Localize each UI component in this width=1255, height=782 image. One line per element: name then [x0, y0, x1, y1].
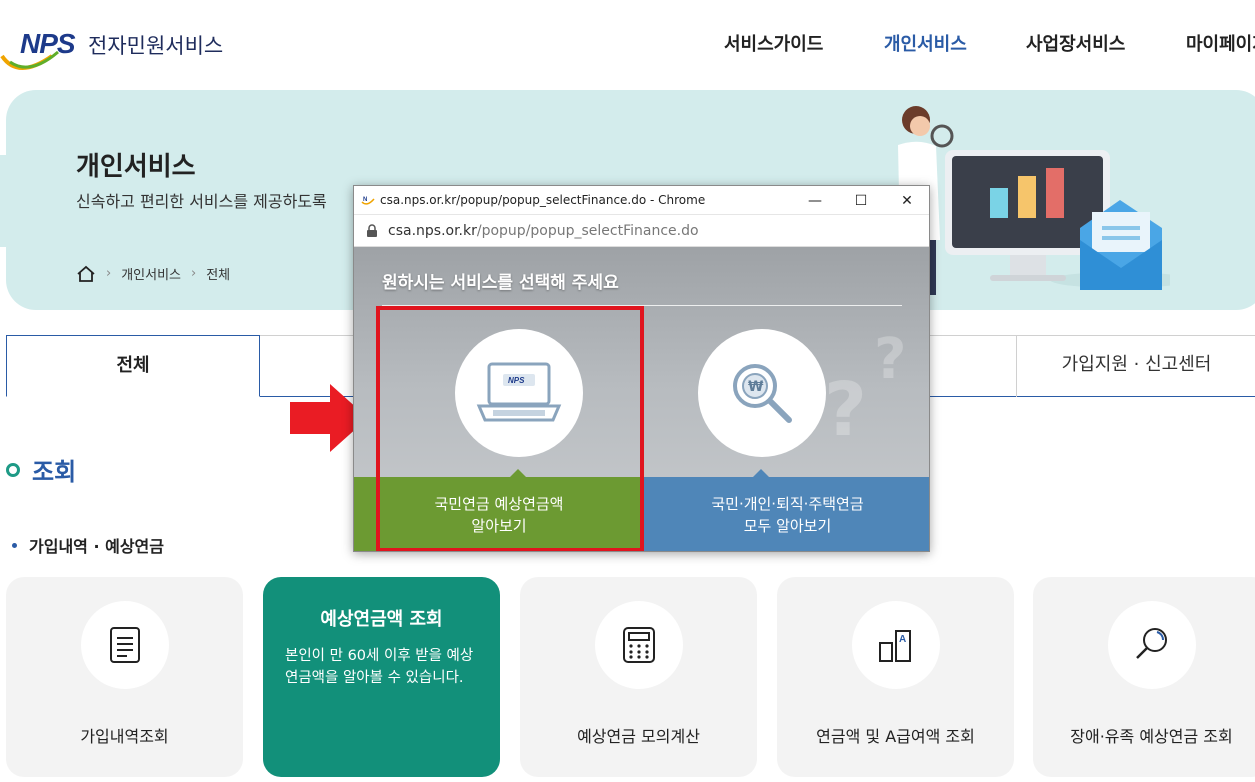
logo-text: 전자민원서비스	[88, 34, 224, 58]
won-magnifier-icon: ₩	[733, 364, 792, 423]
card-label: 예상연금 모의계산	[577, 727, 700, 746]
card-subscription-history[interactable]: 가입내역조회	[6, 577, 243, 777]
card-label: 장애·유족 예상연금 조회	[1070, 727, 1233, 746]
lock-icon	[367, 224, 377, 237]
card-label: 연금액 및 A급여액 조회	[816, 727, 975, 746]
page-title: 개인서비스	[76, 152, 196, 182]
card-disability-survivor-pension[interactable]: 장애·유족 예상연금 조회	[1033, 577, 1255, 777]
option-all-pensions[interactable]: ₩ 국민·개인·퇴직·주택연금 모두 알아보기	[644, 247, 929, 551]
popup-content: ? ? 원하시는 서비스를 선택해 주세요 NPS 국민연금 예상연금액 알아보기	[354, 247, 929, 551]
calculator-icon	[622, 627, 655, 663]
card-expected-pension[interactable]: 예상연금액 조회 본인이 만 60세 이후 받을 예상연금액을 알아볼 수 있습…	[263, 577, 500, 777]
ring-bullet-icon	[6, 462, 20, 477]
document-icon	[109, 627, 140, 663]
logo-mark: NPS	[20, 28, 76, 59]
breadcrumb-separator: ›	[106, 266, 112, 281]
site-favicon-icon: N	[361, 193, 375, 207]
highlight-box	[376, 306, 644, 551]
site-logo[interactable]: NPS 전자민원서비스	[0, 22, 240, 72]
site-header: NPS 전자민원서비스 서비스가이드 개인서비스 사업장서비스 마이페이지	[0, 0, 1255, 84]
nav-personal-service[interactable]: 개인서비스	[884, 30, 1004, 56]
minimize-button[interactable]: —	[792, 186, 838, 215]
popup-address-bar[interactable]: csa.nps.or.kr/popup/popup_selectFinance.…	[354, 215, 929, 247]
dot-bullet-icon	[12, 542, 17, 548]
popup-window: N csa.nps.or.kr/popup/popup_selectFinanc…	[353, 185, 930, 552]
popup-titlebar[interactable]: N csa.nps.or.kr/popup/popup_selectFinanc…	[354, 186, 929, 215]
popup-window-title: csa.nps.or.kr/popup/popup_selectFinance.…	[380, 193, 706, 207]
breadcrumb-all[interactable]: 전체	[206, 264, 230, 283]
card-title: 예상연금액 조회	[320, 609, 443, 630]
chart-a-icon: A	[878, 630, 911, 662]
maximize-button[interactable]: ☐	[838, 186, 884, 215]
tab-all[interactable]: 전체	[6, 335, 260, 397]
card-pension-simulation[interactable]: 예상연금 모의계산	[520, 577, 757, 777]
svg-text:N: N	[363, 197, 367, 203]
card-label: 가입내역조회	[80, 727, 169, 746]
home-icon[interactable]	[76, 265, 96, 283]
card-pension-a-benefit[interactable]: A 연금액 및 A급여액 조회	[777, 577, 1014, 777]
card-description: 본인이 만 60세 이후 받을 예상연금액을 알아볼 수 있습니다.	[285, 648, 474, 686]
nav-business-service[interactable]: 사업장서비스	[1026, 30, 1156, 56]
popup-url: csa.nps.or.kr/popup/popup_selectFinance.…	[388, 223, 699, 239]
breadcrumb-personal-service[interactable]: 개인서비스	[121, 264, 181, 283]
breadcrumb-separator: ›	[191, 266, 197, 281]
nav-my-page[interactable]: 마이페이지	[1186, 30, 1255, 56]
nav-service-guide[interactable]: 서비스가이드	[724, 30, 864, 56]
section-subtitle: 가입내역 · 예상연금	[12, 533, 164, 557]
breadcrumb: › 개인서비스 › 전체	[76, 264, 230, 283]
magnifier-icon	[1135, 628, 1167, 659]
svg-text:₩: ₩	[748, 379, 764, 395]
page-subtitle: 신속하고 편리한 서비스를 제공하도록	[76, 192, 327, 211]
close-button[interactable]: ✕	[884, 186, 929, 215]
svg-text:A: A	[899, 634, 906, 645]
section-inquiry-title: 조회	[6, 452, 76, 487]
tab-support-center[interactable]: 가입지원 · 신고센터	[1016, 335, 1255, 397]
